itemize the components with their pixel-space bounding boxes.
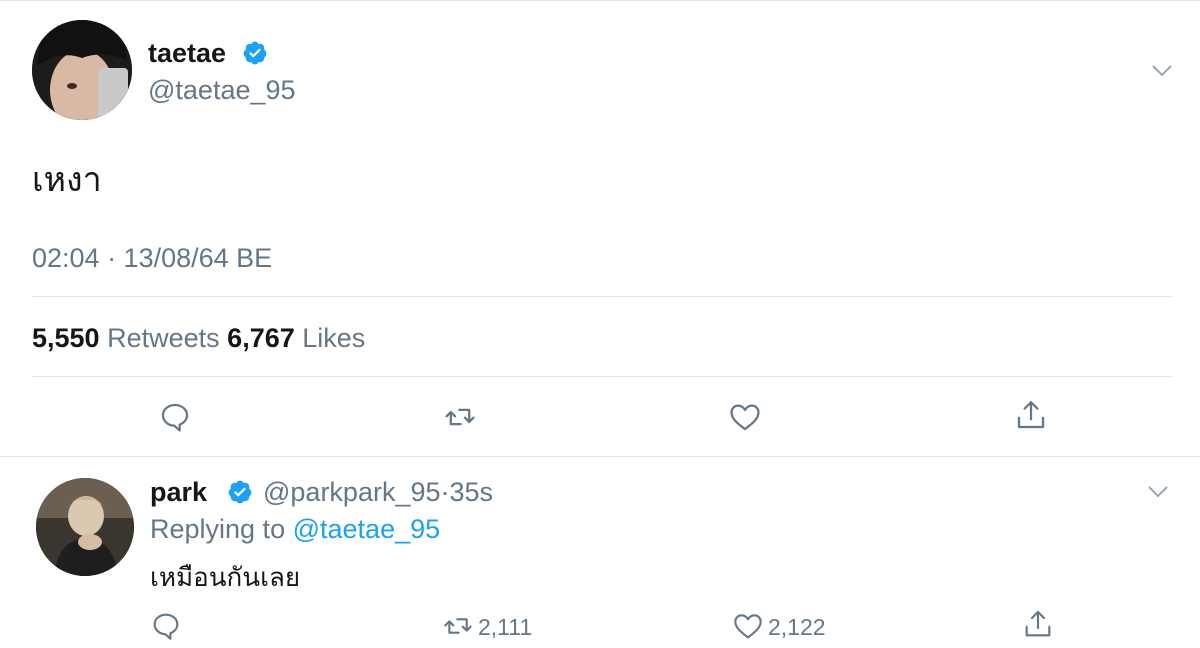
likes-label[interactable]: Likes — [302, 323, 365, 353]
divider — [32, 296, 1173, 297]
tweet-timestamp[interactable]: 02:04 · 13/08/64 BE — [32, 242, 272, 274]
verified-badge-icon — [228, 480, 252, 504]
heart-icon[interactable] — [732, 610, 764, 642]
reply-meta: @parkpark_95·35s — [263, 476, 493, 508]
tweet-display-name[interactable]: taetae — [148, 37, 226, 69]
reply-retweet-count[interactable]: 2,111 — [478, 613, 532, 641]
divider — [0, 456, 1200, 457]
avatar-taetae[interactable] — [32, 20, 132, 120]
reply-time[interactable]: 35s — [450, 477, 494, 507]
reply-icon[interactable] — [150, 610, 182, 642]
avatar-image — [32, 20, 132, 120]
tweet-handle[interactable]: @taetae_95 — [148, 74, 296, 106]
reply-text: เหมือนกันเลย — [150, 562, 301, 592]
likes-count[interactable]: 6,767 — [227, 323, 295, 353]
chevron-down-icon[interactable] — [1147, 485, 1169, 499]
retweets-count[interactable]: 5,550 — [32, 323, 100, 353]
retweet-icon[interactable] — [443, 400, 477, 434]
top-divider — [0, 0, 1200, 1]
tweet-stats: 5,550 Retweets 6,767 Likes — [32, 322, 365, 354]
replying-to-prefix: Replying to — [150, 514, 286, 544]
chevron-down-icon[interactable] — [1151, 64, 1173, 78]
heart-icon[interactable] — [728, 400, 762, 434]
reply-display-name[interactable]: park — [150, 477, 207, 507]
avatar-park[interactable] — [36, 478, 134, 576]
verified-badge-icon — [243, 41, 267, 65]
meta-separator: · — [440, 477, 450, 507]
tweet-text: เหงา — [32, 161, 102, 199]
avatar-image — [36, 478, 134, 576]
reply-header: park — [150, 476, 207, 508]
reply-icon[interactable] — [158, 400, 192, 434]
reply-like-count[interactable]: 2,122 — [768, 613, 826, 641]
share-icon[interactable] — [1014, 398, 1048, 432]
replying-to: Replying to @taetae_95 — [150, 513, 440, 545]
divider — [32, 376, 1173, 377]
share-icon[interactable] — [1022, 608, 1054, 640]
retweet-icon[interactable] — [442, 610, 474, 642]
retweets-label[interactable]: Retweets — [107, 323, 220, 353]
reply-handle[interactable]: @parkpark_95 — [263, 477, 441, 507]
replying-to-handle[interactable]: @taetae_95 — [293, 514, 441, 544]
